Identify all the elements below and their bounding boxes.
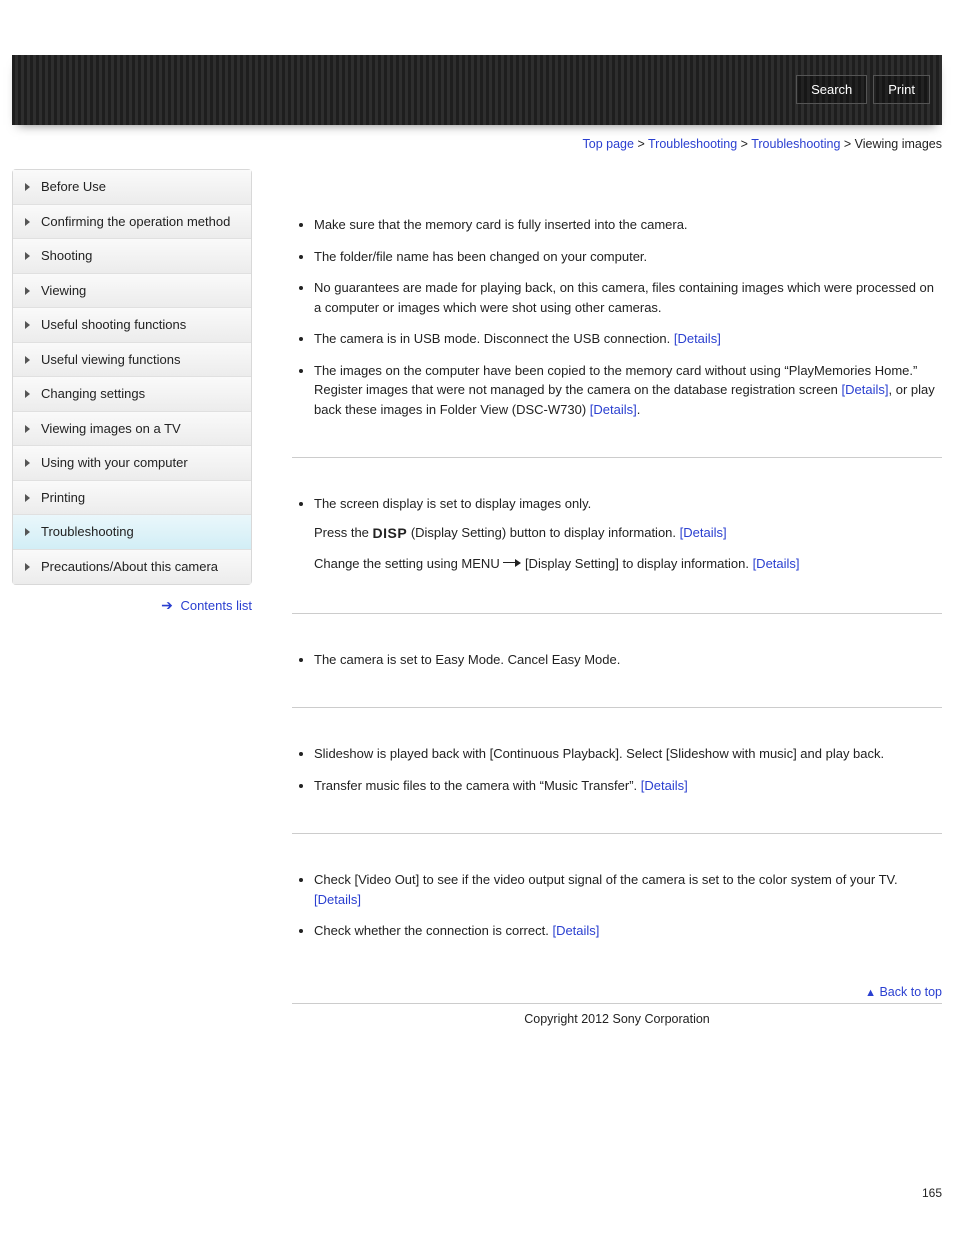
details-link[interactable]: [Details] bbox=[674, 331, 721, 346]
crumb-current: Viewing images bbox=[855, 137, 942, 151]
list-item: Check whether the connection is correct.… bbox=[314, 921, 942, 941]
contents-list-link[interactable]: ➔ Contents list bbox=[12, 597, 252, 614]
sidebar-item[interactable]: Confirming the operation method bbox=[13, 205, 251, 240]
list-item: Transfer music files to the camera with … bbox=[314, 776, 942, 796]
section-slideshow: Slideshow is played back with [Continuou… bbox=[292, 707, 942, 833]
list-item: Check [Video Out] to see if the video ou… bbox=[314, 870, 942, 909]
details-link[interactable]: [Details] bbox=[590, 402, 637, 417]
sub-instruction: Press the DISP (Display Setting) button … bbox=[314, 522, 942, 544]
text: The screen display is set to display ima… bbox=[314, 496, 591, 511]
back-to-top-label[interactable]: Back to top bbox=[879, 985, 942, 999]
contents-list-label[interactable]: Contents list bbox=[180, 598, 252, 613]
search-button[interactable]: Search bbox=[796, 75, 867, 104]
section-screen-display: The screen display is set to display ima… bbox=[292, 457, 942, 613]
details-link[interactable]: [Details] bbox=[680, 525, 727, 540]
list-item: The camera is in USB mode. Disconnect th… bbox=[314, 329, 942, 349]
text: (Display Setting) button to display info… bbox=[407, 525, 679, 540]
list-item: The screen display is set to display ima… bbox=[314, 494, 942, 575]
text: The images on the computer have been cop… bbox=[314, 363, 917, 398]
crumb-sep: > bbox=[637, 137, 648, 151]
list-item: The folder/file name has been changed on… bbox=[314, 247, 942, 267]
list-item: Slideshow is played back with [Continuou… bbox=[314, 744, 942, 764]
text: Change the setting using MENU bbox=[314, 556, 503, 571]
text: . bbox=[637, 402, 641, 417]
back-to-top[interactable]: ▲ Back to top bbox=[292, 985, 942, 999]
list-item: No guarantees are made for playing back,… bbox=[314, 278, 942, 317]
text: The camera is in USB mode. Disconnect th… bbox=[314, 331, 674, 346]
details-link[interactable]: [Details] bbox=[842, 382, 889, 397]
text: Transfer music files to the camera with … bbox=[314, 778, 641, 793]
crumb-top-page[interactable]: Top page bbox=[583, 137, 634, 151]
print-button[interactable]: Print bbox=[873, 75, 930, 104]
section-easy-mode: The camera is set to Easy Mode. Cancel E… bbox=[292, 613, 942, 708]
sidebar-nav: Before UseConfirming the operation metho… bbox=[12, 169, 252, 585]
sidebar-item[interactable]: Troubleshooting bbox=[13, 515, 251, 550]
triangle-up-icon: ▲ bbox=[865, 987, 876, 999]
list-item: The images on the computer have been cop… bbox=[314, 361, 942, 420]
section-video-out: Check [Video Out] to see if the video ou… bbox=[292, 833, 942, 979]
section-playback-issues: Make sure that the memory card is fully … bbox=[292, 169, 942, 457]
header-bar: Search Print bbox=[12, 55, 942, 125]
crumb-sep: > bbox=[741, 137, 752, 151]
crumb-sep: > bbox=[844, 137, 855, 151]
crumb-troubleshooting-1[interactable]: Troubleshooting bbox=[648, 137, 737, 151]
details-link[interactable]: [Details] bbox=[753, 556, 800, 571]
arrow-right-icon: ➔ bbox=[161, 597, 173, 613]
sidebar-item[interactable]: Viewing images on a TV bbox=[13, 412, 251, 447]
details-link[interactable]: [Details] bbox=[314, 892, 361, 907]
sidebar-item[interactable]: Changing settings bbox=[13, 377, 251, 412]
arrow-right-icon bbox=[503, 559, 521, 567]
sidebar-item[interactable]: Before Use bbox=[13, 170, 251, 205]
page-number: 165 bbox=[12, 1186, 942, 1212]
text: Check whether the connection is correct. bbox=[314, 923, 552, 938]
disp-icon: DISP bbox=[373, 522, 408, 544]
text: Press the bbox=[314, 525, 373, 540]
text: Check [Video Out] to see if the video ou… bbox=[314, 872, 898, 887]
breadcrumb: Top page > Troubleshooting > Troubleshoo… bbox=[12, 137, 942, 151]
list-item: The camera is set to Easy Mode. Cancel E… bbox=[314, 650, 942, 670]
details-link[interactable]: [Details] bbox=[552, 923, 599, 938]
main-content: Make sure that the memory card is fully … bbox=[292, 169, 942, 1026]
details-link[interactable]: [Details] bbox=[641, 778, 688, 793]
sidebar-item[interactable]: Shooting bbox=[13, 239, 251, 274]
sidebar-item[interactable]: Precautions/About this camera bbox=[13, 550, 251, 584]
sidebar-item[interactable]: Useful viewing functions bbox=[13, 343, 251, 378]
sidebar-item[interactable]: Useful shooting functions bbox=[13, 308, 251, 343]
sidebar-item[interactable]: Printing bbox=[13, 481, 251, 516]
crumb-troubleshooting-2[interactable]: Troubleshooting bbox=[751, 137, 840, 151]
sidebar-item[interactable]: Using with your computer bbox=[13, 446, 251, 481]
sidebar-item[interactable]: Viewing bbox=[13, 274, 251, 309]
list-item: Make sure that the memory card is fully … bbox=[314, 215, 942, 235]
copyright: Copyright 2012 Sony Corporation bbox=[292, 1003, 942, 1026]
text: [Display Setting] to display information… bbox=[521, 556, 752, 571]
sub-instruction: Change the setting using MENU [Display S… bbox=[314, 554, 942, 575]
